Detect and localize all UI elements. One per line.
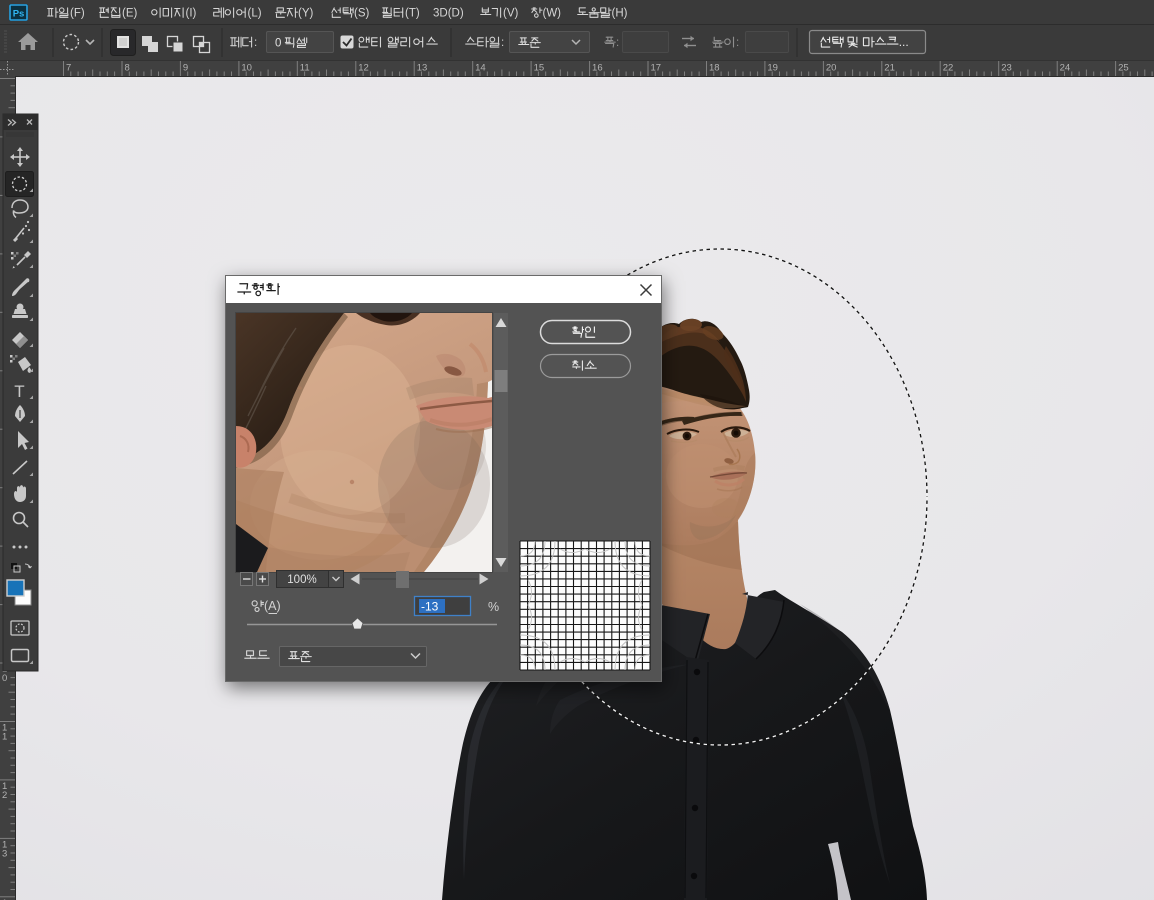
svg-text:(A): (A) bbox=[264, 599, 281, 613]
svg-text:7: 7 bbox=[66, 63, 71, 74]
svg-text:3: 3 bbox=[2, 848, 7, 859]
svg-text:8: 8 bbox=[124, 63, 129, 74]
svg-text:T: T bbox=[14, 382, 24, 401]
svg-text:0: 0 bbox=[275, 37, 281, 49]
svg-text:9: 9 bbox=[183, 63, 188, 74]
svg-text:(T): (T) bbox=[405, 7, 420, 19]
svg-text:...: ... bbox=[899, 35, 909, 49]
svg-text:20: 20 bbox=[826, 63, 837, 74]
svg-text:0: 0 bbox=[2, 673, 7, 684]
svg-text:23: 23 bbox=[1001, 63, 1012, 74]
svg-text:(Y): (Y) bbox=[298, 7, 314, 19]
svg-text:12: 12 bbox=[358, 63, 369, 74]
svg-text:(H): (H) bbox=[612, 7, 628, 19]
svg-text:(I): (I) bbox=[186, 7, 197, 19]
svg-text:(S): (S) bbox=[354, 7, 370, 19]
svg-text:15: 15 bbox=[534, 63, 545, 74]
svg-text:(W): (W) bbox=[543, 7, 562, 19]
svg-text:19: 19 bbox=[767, 63, 778, 74]
svg-text:-13: -13 bbox=[421, 600, 439, 614]
svg-text:(E): (E) bbox=[122, 7, 138, 19]
svg-text::: : bbox=[501, 37, 504, 49]
svg-text:21: 21 bbox=[884, 63, 895, 74]
svg-text:10: 10 bbox=[241, 63, 252, 74]
svg-text:18: 18 bbox=[709, 63, 720, 74]
svg-text:100%: 100% bbox=[287, 574, 316, 586]
svg-text:11: 11 bbox=[300, 63, 310, 74]
svg-text:(V): (V) bbox=[503, 7, 519, 19]
svg-text::: : bbox=[736, 37, 739, 49]
svg-text:16: 16 bbox=[592, 63, 603, 74]
svg-text:(L): (L) bbox=[248, 7, 262, 19]
svg-text:(F): (F) bbox=[70, 7, 85, 19]
svg-text:2: 2 bbox=[2, 790, 7, 801]
svg-text:22: 22 bbox=[943, 63, 954, 74]
svg-text:3D(D): 3D(D) bbox=[433, 7, 464, 19]
svg-text::: : bbox=[254, 37, 257, 49]
svg-text:Ps: Ps bbox=[13, 9, 25, 20]
svg-text:17: 17 bbox=[651, 63, 662, 74]
svg-text:%: % bbox=[488, 600, 499, 614]
svg-text:13: 13 bbox=[417, 63, 428, 74]
svg-text:24: 24 bbox=[1060, 63, 1071, 74]
svg-text::: : bbox=[616, 37, 619, 49]
svg-text:25: 25 bbox=[1118, 63, 1129, 74]
svg-text:1: 1 bbox=[2, 731, 7, 742]
svg-text:14: 14 bbox=[475, 63, 486, 74]
